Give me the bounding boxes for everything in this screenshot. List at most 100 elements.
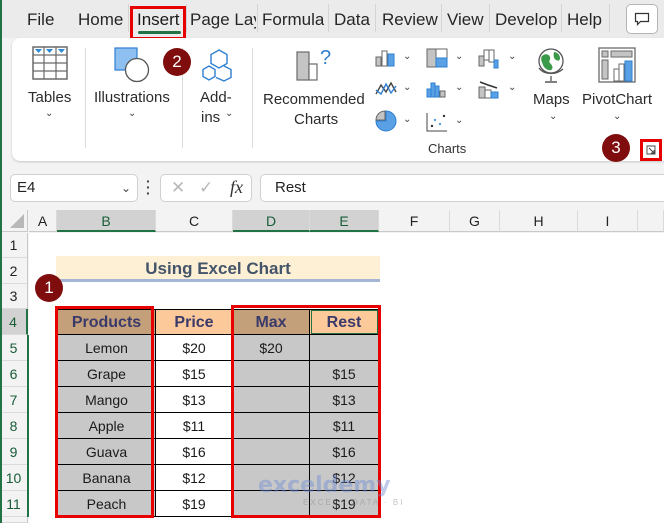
column-header-b[interactable]: B (57, 210, 156, 232)
group-separator (85, 48, 86, 148)
cell-price[interactable]: $12 (156, 465, 233, 491)
cancel-icon[interactable]: ✕ (171, 178, 185, 198)
row-header-7[interactable]: 7 (0, 387, 28, 413)
column-header-a[interactable]: A (29, 210, 57, 232)
column-header-c[interactable]: C (156, 210, 233, 232)
ribbon-tabs: File Home Insert Page Lay Formula Data R… (0, 0, 664, 40)
name-box[interactable]: E4 ⌄ (10, 174, 138, 202)
group-separator (252, 48, 253, 148)
formula-buttons: ✕ ✓ fx (160, 174, 252, 202)
chevron-down-icon: ⌄ (508, 82, 517, 93)
cell-price[interactable]: $16 (156, 439, 233, 465)
cell-price[interactable]: $15 (156, 361, 233, 387)
charts-group-label: Charts (428, 141, 467, 156)
tab-separator (186, 4, 187, 32)
name-box-value: E4 (17, 179, 36, 196)
table-icon (32, 46, 68, 80)
column-header-d[interactable]: D (233, 210, 310, 232)
row-header-10[interactable]: 10 (0, 465, 28, 491)
products-range-highlight (55, 306, 154, 518)
tab-separator (128, 4, 129, 32)
dialog-launcher-icon (646, 145, 656, 155)
insert-function-icon[interactable]: fx (230, 177, 243, 198)
chevron-down-icon: ⌄ (455, 82, 464, 93)
cell-price[interactable]: $20 (156, 335, 233, 361)
tab-separator (561, 4, 562, 32)
more-options-icon[interactable]: · · · (146, 174, 151, 200)
header-price[interactable]: Price (156, 309, 233, 335)
chevron-down-icon[interactable]: ⌄ (121, 175, 131, 201)
charts-dialog-launcher[interactable] (640, 139, 662, 161)
column-header-i[interactable]: I (578, 210, 638, 232)
row-header-3[interactable]: 3 (0, 284, 28, 309)
row-header-11[interactable]: 11 (0, 491, 28, 517)
tab-separator (441, 4, 442, 32)
addins-label-line2: ins (201, 109, 221, 126)
chevron-down-icon: ⌄ (403, 82, 412, 93)
tab-developer[interactable]: Develop (495, 8, 557, 32)
chevron-down-icon: ⌄ (45, 108, 54, 119)
shapes-icon (114, 47, 150, 83)
tab-review[interactable]: Review (382, 8, 438, 32)
chevron-down-icon: ⌄ (455, 51, 464, 62)
step-badge-2: 2 (163, 48, 191, 76)
row-header-5[interactable]: 5 (0, 335, 28, 361)
tab-separator (609, 4, 610, 32)
insert-tab-highlight (130, 6, 186, 40)
step-badge-1: 1 (35, 274, 63, 302)
watermark-logo: exceldemy (258, 473, 391, 498)
row-header-2[interactable]: 2 (0, 258, 28, 284)
selected-rows-indicator (27, 335, 29, 517)
chevron-down-icon: ⌄ (225, 108, 234, 119)
chevron-down-icon: ⌄ (128, 108, 137, 119)
column-header-j[interactable] (638, 210, 664, 232)
row-header-6[interactable]: 6 (0, 361, 28, 387)
row-header-12[interactable] (0, 517, 28, 523)
tab-home[interactable]: Home (78, 8, 123, 32)
histogram-chart-icon (426, 82, 446, 98)
tab-view[interactable]: View (447, 8, 484, 32)
cell-price[interactable]: $19 (156, 491, 233, 517)
enter-icon[interactable]: ✓ (199, 178, 213, 198)
tab-help[interactable]: Help (567, 8, 602, 32)
waterfall-chart-icon (478, 49, 499, 69)
formula-input[interactable]: Rest (260, 174, 664, 202)
pivotchart-label: PivotChart (582, 91, 653, 108)
tab-page-layout[interactable]: Page Lay (190, 8, 256, 32)
tab-file[interactable]: File (27, 8, 54, 32)
row-header-9[interactable]: 9 (0, 439, 28, 465)
combo-chart-icon (478, 81, 499, 99)
tab-formulas[interactable]: Formula (262, 8, 324, 32)
chevron-down-icon: ⌄ (549, 111, 558, 122)
ribbon-insert: Tables ⌄ Illustrations ⌄ Add- ins ⌄ ? Re… (12, 38, 664, 161)
row-header-8[interactable]: 8 (0, 413, 28, 439)
comments-button[interactable] (626, 4, 658, 34)
tab-separator (328, 4, 329, 32)
row-header-4[interactable]: 4 (0, 309, 28, 335)
row-header-1[interactable]: 1 (0, 233, 28, 258)
column-chart-icon (375, 50, 395, 67)
recommended-charts-label-line2: Charts (294, 111, 339, 128)
column-header-g[interactable]: G (450, 210, 500, 232)
maps-label: Maps (533, 91, 570, 108)
column-header-f[interactable]: F (379, 210, 450, 232)
recommended-charts-icon: ? (296, 47, 331, 81)
step-badge-3: 3 (602, 134, 630, 162)
cell-price[interactable]: $11 (156, 413, 233, 439)
addins-icon (202, 49, 232, 82)
addins-label-line1: Add- (200, 89, 232, 106)
pie-chart-icon (375, 110, 397, 132)
chevron-down-icon: ⌄ (403, 114, 412, 125)
recommended-charts-label-line1: Recommended (263, 91, 365, 108)
column-header-e[interactable]: E (310, 210, 379, 232)
treemap-chart-icon (426, 48, 448, 68)
cell-price[interactable]: $13 (156, 387, 233, 413)
select-all-button[interactable] (0, 210, 28, 232)
tab-data[interactable]: Data (334, 8, 370, 32)
svg-text:?: ? (320, 47, 331, 69)
column-header-h[interactable]: H (500, 210, 578, 232)
tables-label: Tables (28, 89, 72, 106)
globe-icon (538, 48, 564, 83)
illustrations-label: Illustrations (94, 89, 170, 106)
chevron-down-icon: ⌄ (508, 51, 517, 62)
